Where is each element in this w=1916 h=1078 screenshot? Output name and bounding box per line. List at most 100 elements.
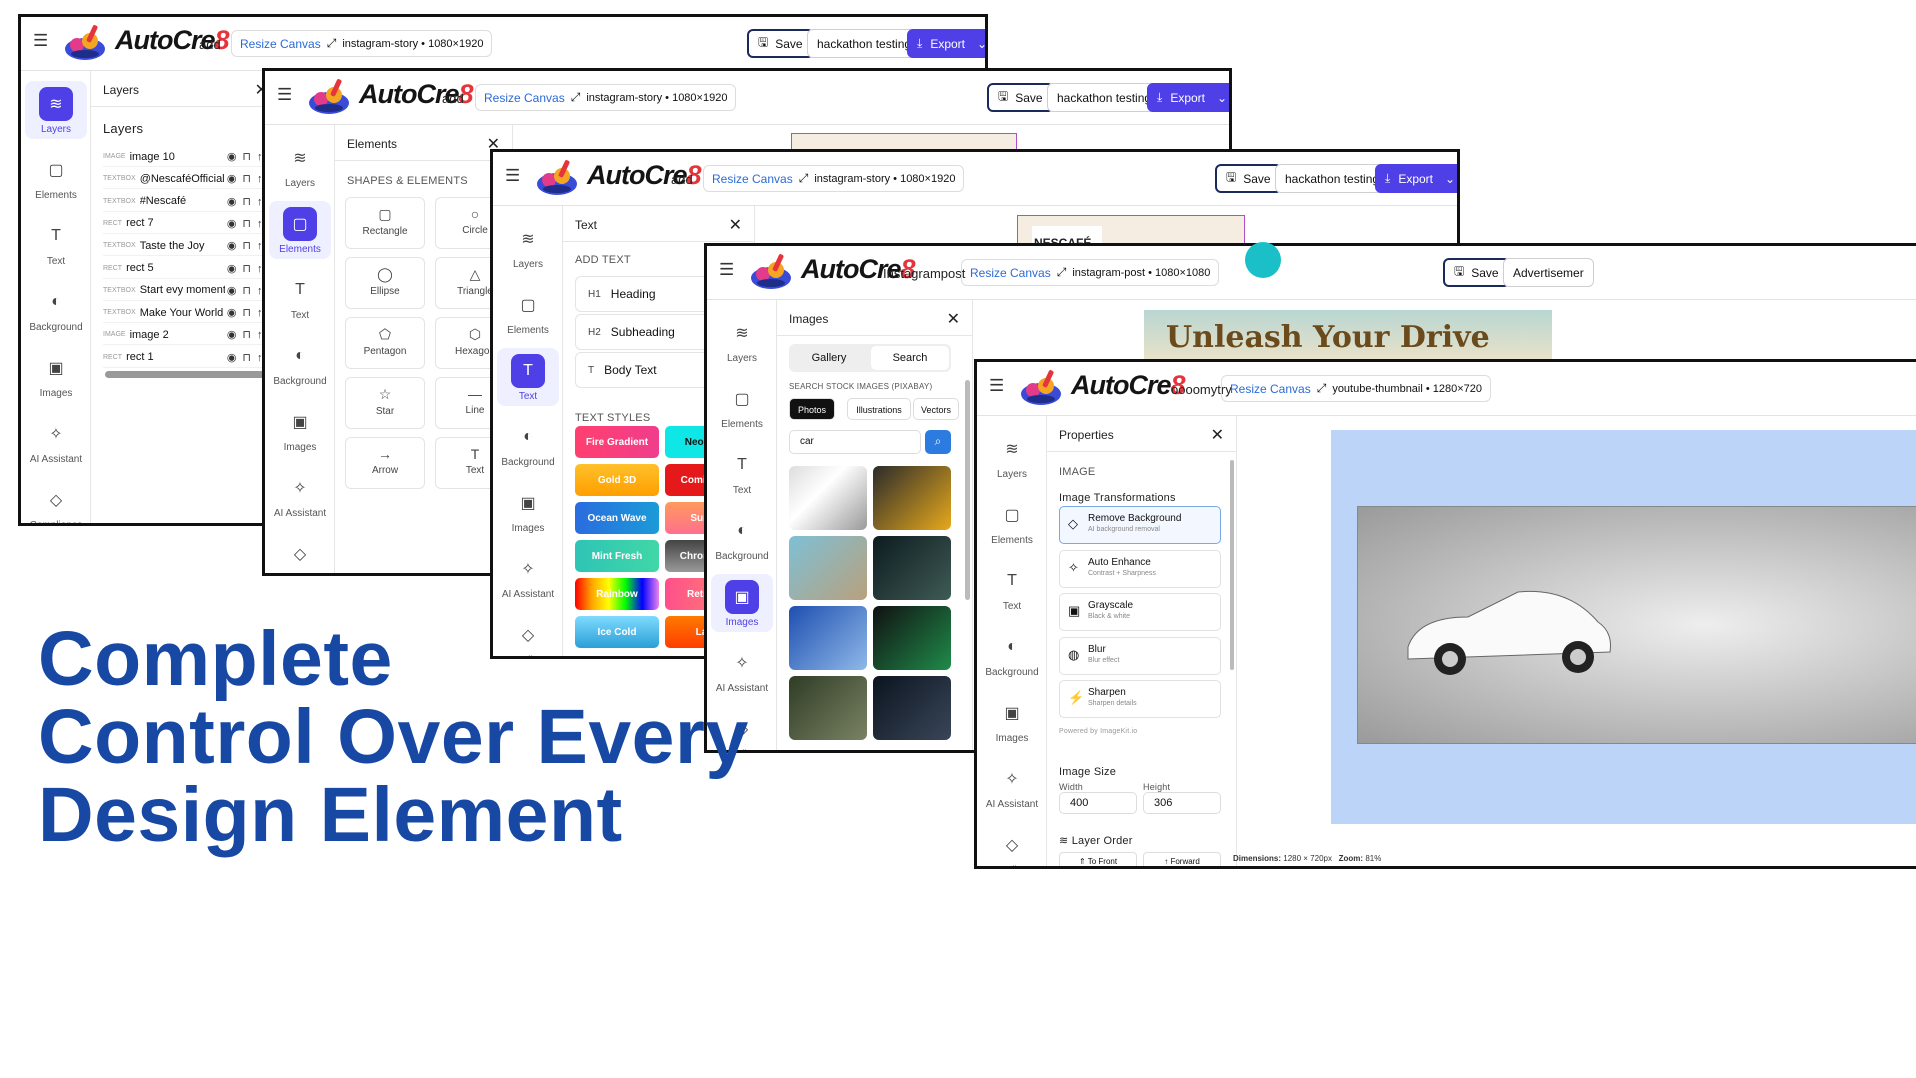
stock-image[interactable] (873, 536, 951, 600)
shape-pentagon[interactable]: ⬠ Pentagon (345, 317, 425, 369)
text-style[interactable]: Fire Gradient (575, 426, 659, 458)
stock-image[interactable] (789, 676, 867, 740)
menu-icon[interactable]: ☰ (719, 260, 734, 280)
layer-row[interactable]: TEXTBOX Make Your World ◉⊓↑↓ (103, 303, 280, 324)
rail-item-layers[interactable]: ≋ Layers (977, 426, 1047, 484)
document-title[interactable]: hackathon testing (807, 29, 922, 58)
document-title[interactable]: hackathon testing (1275, 164, 1390, 193)
resize-canvas-control[interactable]: Resize Canvas ⤢ instagram-story • 1080×192… (231, 30, 493, 57)
shape-arrow[interactable]: → Arrow (345, 437, 425, 489)
forward-button[interactable]: ↑ Forward (1143, 852, 1221, 866)
close-icon[interactable]: ✕ (729, 215, 742, 235)
transform-auto-enhance[interactable]: ✧ Auto Enhance Contrast + Sharpness (1059, 549, 1221, 588)
rail-item-text[interactable]: T Text (977, 558, 1047, 616)
export-button[interactable]: ⤓ Export ⌄ (1375, 164, 1457, 193)
rail-item-background[interactable]: ◐ Background (977, 624, 1047, 682)
rail-item-images[interactable]: ▣ Images (493, 480, 563, 538)
layer-row[interactable]: TEXTBOX #Nescafé ◉⊓↑↓ (103, 192, 280, 212)
rail-item-background[interactable]: ◐ Background (265, 333, 335, 391)
rail-item-elements[interactable]: ▢ Elements (707, 376, 777, 434)
stock-image[interactable] (873, 606, 951, 670)
rail-item-images[interactable]: ▣ Images (265, 399, 335, 457)
rail-item-elements[interactable]: ▢ Elements (977, 492, 1047, 550)
filter-illustrations[interactable]: Illustrations (847, 398, 911, 420)
rail-item-text[interactable]: T Text (707, 442, 777, 500)
layer-row[interactable]: IMAGE image 2 ◉⊓↑↓ (103, 325, 280, 346)
rail-item-ai-assistant[interactable]: ✧ AI Assistant (493, 546, 563, 604)
scrollbar[interactable] (1230, 460, 1234, 670)
shape-rectangle[interactable]: ▢ Rectangle (345, 197, 425, 249)
rail-item-elements[interactable]: ▢ Elements (269, 201, 331, 259)
transform-blur[interactable]: ◍ Blur Blur effect (1059, 636, 1221, 675)
rail-item-images[interactable]: ▣ Images (21, 345, 91, 403)
save-button[interactable]: 🖫 Save (987, 83, 1054, 112)
menu-icon[interactable]: ☰ (277, 85, 292, 105)
layer-row[interactable]: IMAGE image 10 ◉⊓↑↓ (103, 147, 280, 167)
export-button[interactable]: ⤓ Export ⌄ (907, 29, 985, 58)
save-button[interactable]: 🖫 Save (1443, 258, 1510, 287)
stock-image[interactable] (873, 466, 951, 530)
rail-item-ai-assistant[interactable]: ✧ AI Assistant (977, 756, 1047, 814)
layer-row[interactable]: RECT rect 1 ◉⊓↑↓ (103, 348, 280, 368)
text-style[interactable]: Gold 3D (575, 464, 659, 496)
layer-row[interactable]: TEXTBOX Taste the Joy ◉⊓↑↓ (103, 236, 280, 257)
stock-image[interactable] (789, 536, 867, 600)
rail-item-background[interactable]: ◐ Background (21, 279, 91, 337)
resize-canvas-control[interactable]: Resize Canvas ⤢ instagram-post • 1080×1080 (961, 259, 1220, 286)
project-name[interactable]: add (442, 91, 464, 106)
car-image[interactable] (1357, 506, 1916, 744)
rail-item-compliance[interactable]: ◇Compliance (265, 531, 335, 573)
export-button[interactable]: ⤓ Export ⌄ (1147, 83, 1229, 112)
resize-canvas-control[interactable]: Resize Canvas ⤢ instagram-story • 1080×192… (475, 84, 737, 111)
layer-row[interactable]: TEXTBOXStart evy moment...◉⊓↑↓ (103, 281, 280, 301)
height-input[interactable]: 306 (1143, 792, 1221, 814)
text-style[interactable]: Mint Fresh (575, 540, 659, 572)
save-button[interactable]: 🖫 Save (747, 29, 814, 58)
menu-icon[interactable]: ☰ (505, 166, 520, 186)
stock-image[interactable] (789, 466, 867, 530)
document-title[interactable]: hackathon testing (1047, 83, 1162, 112)
to-front-button[interactable]: ⇑ To Front (1059, 852, 1137, 866)
rail-item-layers[interactable]: ≋ Layers (493, 216, 563, 274)
rail-item-text[interactable]: T Text (497, 348, 559, 406)
filter-vectors[interactable]: Vectors (913, 398, 959, 420)
project-name[interactable]: add (671, 172, 693, 187)
tab-gallery[interactable]: Gallery (789, 344, 869, 372)
transform-grayscale[interactable]: ▣ Grayscale Black & white (1059, 593, 1221, 631)
menu-icon[interactable]: ☰ (989, 376, 1004, 396)
scrollbar[interactable] (105, 371, 273, 378)
shape-ellipse[interactable]: ◯ Ellipse (345, 257, 425, 309)
close-icon[interactable]: ✕ (947, 309, 960, 329)
close-icon[interactable]: ✕ (1211, 425, 1224, 445)
rail-item-layers[interactable]: ≋ Layers (707, 310, 777, 368)
width-input[interactable]: 400 (1059, 792, 1137, 814)
transform-sharpen[interactable]: ⚡ Sharpen Sharpen details (1059, 680, 1221, 718)
project-name[interactable]: add (199, 37, 221, 52)
rail-item-ai-assistant[interactable]: ✧ AI Assistant (21, 411, 91, 469)
layer-row[interactable]: RECT rect 7 ◉⊓↑↓ (103, 214, 280, 234)
filter-photos[interactable]: Photos (789, 398, 835, 420)
layer-row[interactable]: TEXTBOX @NescaféOfficial ◉⊓↑↓ (103, 169, 280, 190)
rail-item-text[interactable]: T Text (265, 267, 335, 325)
rail-item-layers[interactable]: ≋ Layers (265, 135, 335, 193)
search-input[interactable]: car (789, 430, 921, 454)
scrollbar[interactable] (965, 380, 970, 600)
resize-canvas-control[interactable]: Resize Canvas ⤢ youtube-thumbnail • 1280×7… (1221, 375, 1492, 402)
save-button[interactable]: 🖫 Save (1215, 164, 1282, 193)
project-name[interactable]: Instagrampost (883, 266, 965, 281)
layer-row[interactable]: RECT rect 5 ◉⊓↑↓ (103, 259, 280, 279)
text-style[interactable]: Rainbow (575, 578, 659, 610)
rail-item-text[interactable]: T Text (21, 213, 91, 271)
search-button[interactable]: ⌕ (925, 430, 951, 454)
tab-search[interactable]: Search (871, 346, 949, 370)
rail-item-layers[interactable]: ≋ Layers (25, 81, 87, 139)
rail-item-background[interactable]: ◐ Background (707, 508, 777, 566)
menu-icon[interactable]: ☰ (33, 31, 48, 51)
document-title[interactable]: Advertisemer (1503, 258, 1594, 287)
rail-item-compliance[interactable]: ◇Compliance (977, 822, 1047, 866)
rail-item-elements[interactable]: ▢ Elements (21, 147, 91, 205)
text-style[interactable]: Ocean Wave (575, 502, 659, 534)
rail-item-background[interactable]: ◐ Background (493, 414, 563, 472)
rail-item-images[interactable]: ▣ Images (977, 690, 1047, 748)
rail-item-ai-assistant[interactable]: ✧ AI Assistant (265, 465, 335, 523)
